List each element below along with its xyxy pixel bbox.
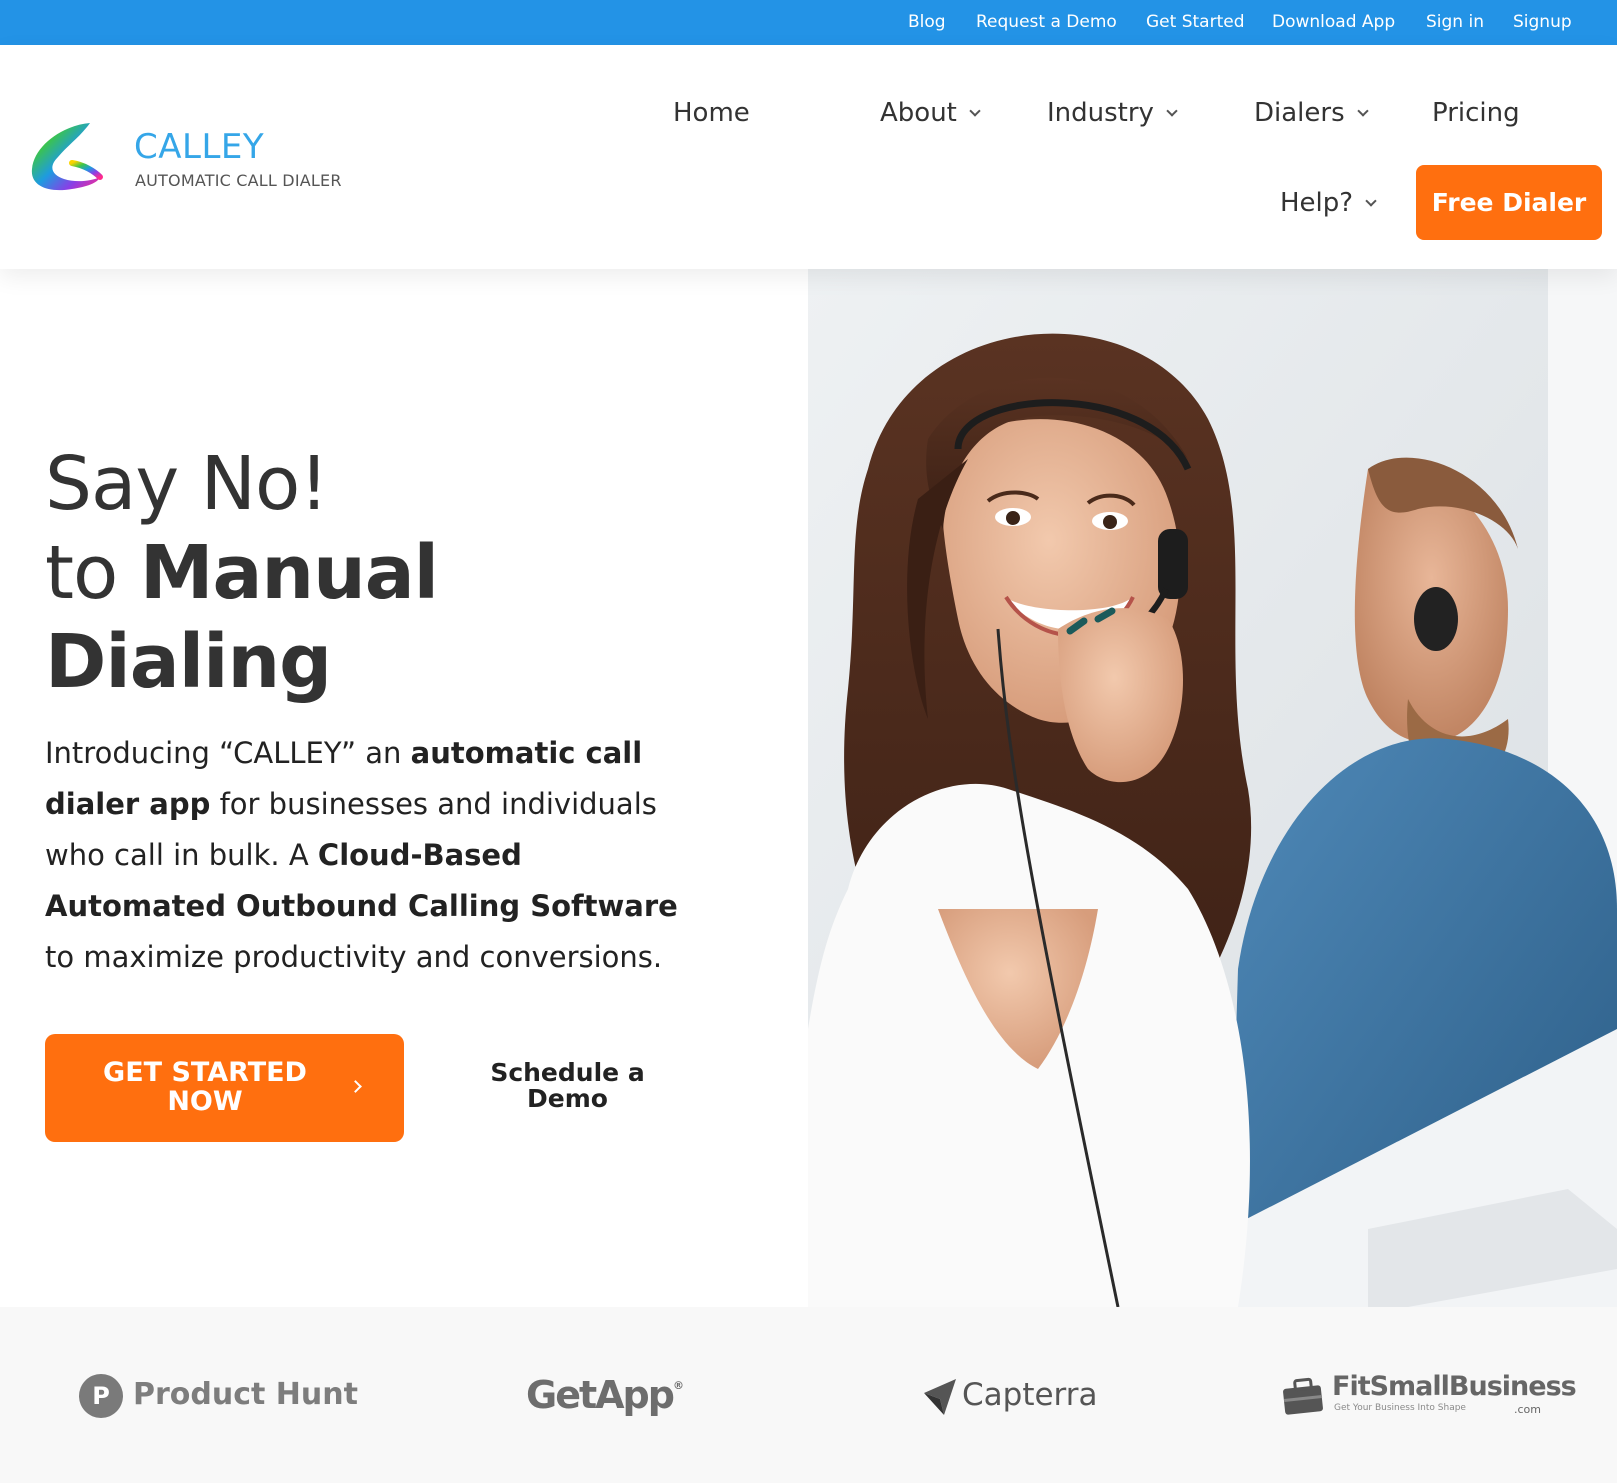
nav-industry-label: Industry — [1047, 98, 1154, 128]
hero-image — [808, 269, 1617, 1307]
getapp-logo[interactable]: GetApp® — [526, 1373, 684, 1417]
nav-dialers[interactable]: Dialers — [1254, 93, 1369, 133]
hero-headline-line2: to Manual — [45, 529, 745, 618]
topbar-link-get-started[interactable]: Get Started — [1146, 0, 1244, 45]
calley-logo-mark-icon — [31, 123, 103, 191]
hero-headline-line3-bold: Dialing — [45, 619, 332, 705]
hero-intro-text-3: to maximize productivity and conversions… — [45, 940, 663, 974]
brand-tagline: AUTOMATIC CALL DIALER — [135, 171, 342, 190]
topbar-link-download-app[interactable]: Download App — [1272, 0, 1395, 45]
partner-logos-strip: P Product Hunt GetApp® Capterra FitSmall… — [0, 1307, 1617, 1483]
nav-about-label: About — [880, 98, 957, 128]
nav-help-label: Help? — [1280, 188, 1354, 218]
chevron-down-icon — [1356, 105, 1369, 117]
topbar-link-signup[interactable]: Signup — [1513, 0, 1572, 45]
call-center-photo — [808, 269, 1617, 1307]
nav-industry[interactable]: Industry — [1047, 93, 1178, 133]
topbar-link-sign-in[interactable]: Sign in — [1426, 0, 1484, 45]
fitsmallbusiness-tagline: Get Your Business Into Shape — [1334, 1403, 1466, 1413]
chevron-right-icon — [349, 1080, 362, 1093]
chevron-down-icon — [1365, 195, 1377, 207]
nav-pricing-label: Pricing — [1432, 98, 1520, 128]
nav-dialers-label: Dialers — [1254, 98, 1345, 128]
schedule-demo-link[interactable]: Schedule a Demo — [480, 1060, 655, 1112]
fitsmallbusiness-logo[interactable]: FitSmallBusiness Get Your Business Into … — [1282, 1371, 1577, 1423]
registered-mark: ® — [672, 1379, 684, 1392]
hero-intro-text-1: Introducing “CALLEY” an — [45, 736, 411, 770]
getapp-name: GetApp — [526, 1373, 675, 1417]
nav-home[interactable]: Home — [673, 93, 750, 133]
chevron-down-icon — [969, 105, 981, 117]
nav-pricing[interactable]: Pricing — [1432, 93, 1520, 133]
product-hunt-icon: P — [79, 1374, 123, 1418]
capterra-arrow-icon — [924, 1379, 956, 1415]
fitsmallbusiness-name: FitSmallBusiness — [1332, 1371, 1577, 1402]
briefcase-icon — [1283, 1377, 1323, 1415]
nav-home-label: Home — [673, 98, 750, 128]
hero-headline-line1: Say No! — [45, 441, 329, 527]
hero-headline: Say No! to Manual Dialing — [45, 440, 745, 707]
topbar-link-request-demo[interactable]: Request a Demo — [976, 0, 1117, 45]
get-started-now-label: GET STARTED NOW — [103, 1057, 307, 1117]
capterra-name: Capterra — [962, 1377, 1098, 1413]
top-utility-bar: Blog Request a Demo Get Started Download… — [0, 0, 1617, 45]
hero-headline-line2-bold: Manual — [139, 530, 439, 616]
fitsmallbusiness-suffix: .com — [1514, 1403, 1541, 1416]
nav-about[interactable]: About — [880, 93, 981, 133]
product-hunt-name: Product Hunt — [133, 1377, 358, 1412]
calley-logo[interactable]: CALLEY AUTOMATIC CALL DIALER — [28, 119, 348, 199]
hero-intro-paragraph: Introducing “CALLEY” an automatic call d… — [45, 728, 705, 983]
get-started-now-button[interactable]: GET STARTED NOW — [45, 1034, 404, 1142]
site-header: CALLEY AUTOMATIC CALL DIALER Home About … — [0, 45, 1617, 269]
nav-help[interactable]: Help? — [1280, 183, 1377, 223]
brand-name: CALLEY — [134, 127, 265, 167]
topbar-link-blog[interactable]: Blog — [908, 0, 946, 45]
free-dialer-button[interactable]: Free Dialer — [1416, 165, 1602, 240]
hero-headline-line2-prefix: to — [45, 530, 140, 616]
chevron-down-icon — [1166, 105, 1178, 117]
hero-headline-line3: Dialing — [45, 618, 745, 707]
